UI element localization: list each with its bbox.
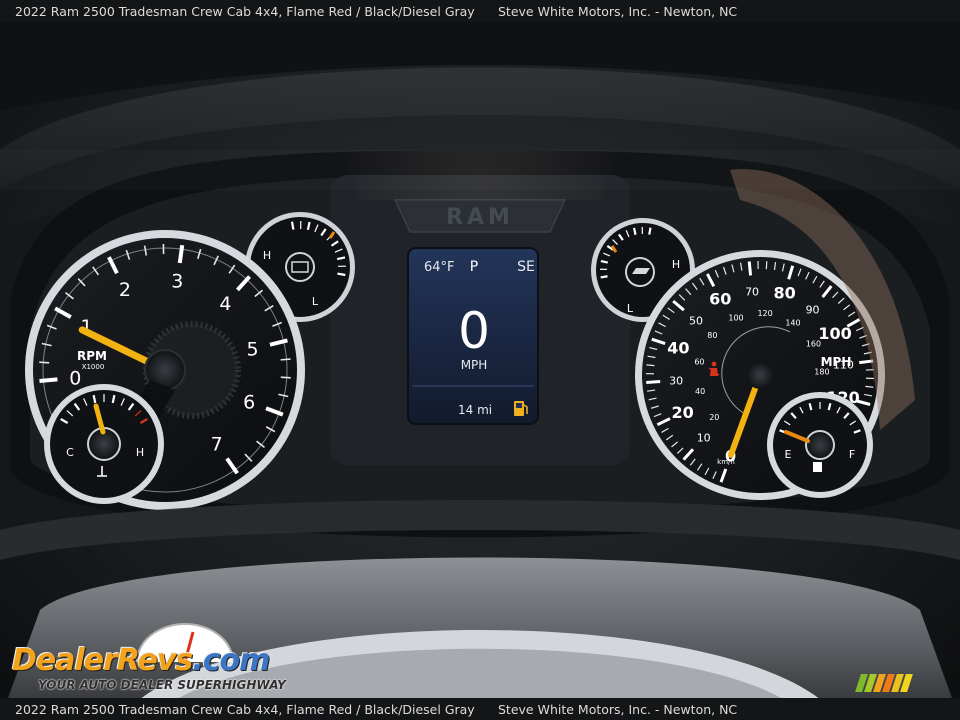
stripe-logo	[855, 674, 913, 692]
oil-high-label: H	[672, 258, 680, 271]
tach-major-tick	[39, 377, 58, 383]
oil-tick	[600, 275, 608, 279]
kmh-unit-label: km/h	[717, 458, 735, 466]
coolant-cold-label: C	[66, 446, 74, 459]
speed-outer-label: 30	[669, 374, 683, 387]
range-to-empty: 14 mi	[458, 403, 492, 417]
fuel-gauge: E F	[767, 392, 873, 498]
speed-outer-label: 90	[806, 303, 820, 316]
speed-outer-label: 40	[667, 339, 689, 358]
gear-indicator: P	[470, 259, 478, 275]
speed-inner-label: 20	[709, 413, 719, 422]
caption-bar-top: 2022 Ram 2500 Tradesman Crew Cab 4x4, Fl…	[0, 0, 960, 22]
speed-outer-label: 100	[818, 324, 851, 343]
vehicle-title: 2022 Ram 2500 Tradesman Crew Cab 4x4, Fl…	[15, 3, 475, 19]
oil-low-label: L	[627, 302, 634, 315]
rpm-sublabel: X1000	[82, 363, 105, 371]
tach-tick-label: 0	[69, 368, 81, 390]
speed-inner-label: 120	[757, 309, 772, 318]
caption-bar-bottom: 2022 Ram 2500 Tradesman Crew Cab 4x4, Fl…	[0, 698, 960, 720]
tach-minor-tick	[280, 376, 291, 379]
speed-outer-label: 80	[774, 283, 796, 302]
oil-tick	[600, 259, 609, 264]
speed-minor-tick	[646, 364, 655, 367]
dealerrevs-logo: DealerRevs.com	[12, 643, 270, 678]
tach-tick-label: 3	[171, 271, 183, 293]
speed-inner-label: 80	[707, 331, 717, 340]
dealerrevs-tagline: YOUR AUTO DEALER SUPERHIGHWAY	[38, 678, 286, 692]
coolant-temp-gauge: C H	[44, 384, 164, 504]
tach-minor-tick	[280, 358, 291, 361]
speed-inner-label: 100	[728, 314, 743, 323]
vehicle-title-bottom: 2022 Ram 2500 Tradesman Crew Cab 4x4, Fl…	[15, 701, 475, 717]
speed-inner-label: 160	[806, 340, 821, 349]
battery-high-label: H	[263, 249, 271, 262]
tach-tick-label: 7	[211, 434, 223, 456]
tach-tick-label: 6	[243, 392, 255, 414]
speed-inner-label: 40	[695, 387, 705, 396]
speed-minor-tick	[865, 385, 874, 388]
speed-inner-label: 60	[694, 358, 704, 367]
speed-outer-label: 50	[689, 314, 703, 327]
dealer-name-bottom: Steve White Motors, Inc. - Newton, NC	[498, 701, 738, 717]
coolant-hot-label: H	[136, 446, 144, 459]
speed-major-tick	[747, 261, 753, 276]
oil-tick	[648, 227, 652, 235]
dashboard-photo: RAM 64°F P SE 0 MPH 14 mi H L H L 012 34…	[0, 0, 960, 720]
speed-inner-label: 180	[814, 368, 829, 377]
fuel-empty-label: E	[785, 448, 792, 461]
speed-outer-label: 10	[697, 431, 711, 444]
outside-temp: 64°F	[424, 260, 455, 275]
tach-minor-tick	[39, 361, 50, 364]
digital-speed-unit: MPH	[461, 358, 488, 372]
battery-tick	[290, 221, 295, 230]
battery-tick	[337, 272, 346, 277]
fuel-full-label: F	[849, 448, 855, 461]
speed-unit-label: MPH	[821, 355, 852, 369]
digital-speed: 0	[458, 302, 490, 360]
speed-outer-label: 60	[709, 289, 731, 308]
speed-outer-label: 20	[671, 403, 693, 422]
tach-tick-label: 5	[246, 339, 258, 361]
speed-major-tick	[646, 380, 661, 384]
dealer-name: Steve White Motors, Inc. - Newton, NC	[498, 3, 738, 19]
battery-low-label: L	[312, 295, 319, 308]
speed-inner-label: 140	[785, 318, 800, 327]
fuel-pump-icon	[813, 462, 822, 472]
tach-major-tick	[177, 244, 185, 264]
speed-outer-label: 70	[745, 285, 759, 298]
compass-heading: SE	[517, 259, 535, 275]
rpm-label: RPM	[77, 349, 107, 363]
tach-tick-label: 2	[119, 279, 131, 301]
oil-tick	[632, 227, 637, 236]
tach-tick-label: 4	[219, 293, 231, 315]
ram-brand-logo: RAM	[446, 205, 514, 230]
